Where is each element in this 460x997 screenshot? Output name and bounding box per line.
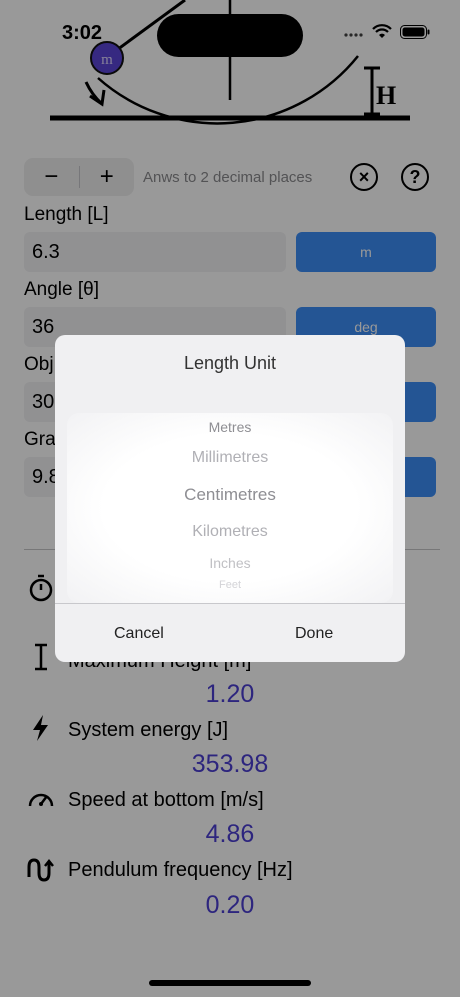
picker-option-centimetres[interactable]: Centimetres xyxy=(67,485,393,505)
done-button[interactable]: Done xyxy=(295,625,333,643)
picker-option-inches[interactable]: Inches xyxy=(67,555,393,571)
unit-picker[interactable]: Metres Millimetres Centimetres Kilometre… xyxy=(67,413,393,603)
cancel-button[interactable]: Cancel xyxy=(114,625,164,643)
picker-option-feet[interactable]: Feet xyxy=(67,579,393,591)
picker-option-kilometres[interactable]: Kilometres xyxy=(67,523,393,541)
dialog-divider xyxy=(55,603,405,604)
dialog-title: Length Unit xyxy=(183,353,277,373)
picker-option-metres[interactable]: Metres xyxy=(67,419,393,435)
length-unit-dialog: Length Unit Metres Millimetres Centimetr… xyxy=(55,335,405,662)
picker-option-millimetres[interactable]: Millimetres xyxy=(67,449,393,467)
home-indicator[interactable] xyxy=(149,980,311,986)
